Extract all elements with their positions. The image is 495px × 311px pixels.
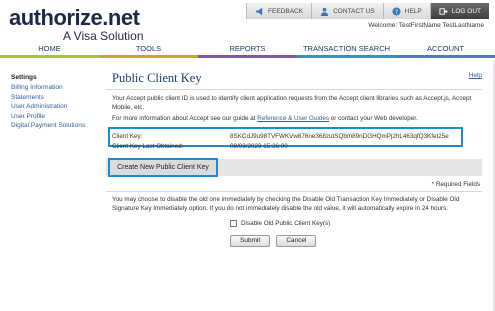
sidebar-item-user-profile[interactable]: User Profile [11, 112, 101, 122]
info-text: For more information about Accept see ou… [112, 115, 480, 124]
sidebar-item-billing-information[interactable]: Billing Information [11, 83, 101, 93]
help-link[interactable]: Help [469, 72, 482, 79]
submit-button[interactable]: Submit [230, 235, 271, 247]
tab-transaction-search[interactable]: TRANSACTION SEARCH [297, 44, 396, 58]
last-obtained-label: Client Key Last Obtained: [112, 143, 184, 150]
client-key-label: Client Key: [112, 133, 143, 140]
help-icon: ? [392, 6, 401, 16]
main-nav: HOME TOOLS REPORTS TRANSACTION SEARCH AC… [0, 44, 495, 58]
cancel-button[interactable]: Cancel [276, 235, 317, 247]
info-prefix: For more information about Accept see ou… [112, 115, 258, 122]
feedback-label: FEEDBACK [268, 7, 304, 15]
create-new-public-client-key-button[interactable]: Create New Public Client Key [108, 158, 218, 177]
settings-sidebar: Settings Billing Information Statements … [11, 74, 101, 131]
person-icon [320, 7, 329, 16]
sidebar-title: Settings [11, 74, 37, 81]
logout-icon [439, 7, 448, 15]
divider [106, 89, 482, 90]
tab-home[interactable]: HOME [0, 44, 99, 58]
last-obtained-value: 08/03/2023 15:26:00 [230, 143, 288, 150]
info-suffix: or contact your Web developer. [329, 115, 418, 122]
page-title: Public Client Key [112, 71, 202, 85]
client-key-value: 8SKCdJ9u98TVFWKVw876ne368zutSQbm89nDGHQm… [230, 133, 449, 140]
logo-text: authorize.net [9, 5, 140, 30]
utility-bar: FEEDBACK CONTACT US ? HELP LOG OUT [246, 3, 489, 19]
sidebar-item-statements[interactable]: Statements [11, 93, 101, 103]
disable-info-text: You may choose to disable the old one im… [112, 196, 460, 212]
description-text: Your Accept public client ID is used to … [112, 95, 472, 111]
svg-text:?: ? [395, 9, 398, 16]
logout-button[interactable]: LOG OUT [429, 3, 489, 19]
disable-old-key-option: Disable Old Public Client Key(s) [230, 220, 330, 227]
tab-account[interactable]: ACCOUNT [396, 44, 495, 58]
client-key-row: Client Key: 8SKCdJ9u98TVFWKVw876ne368zutS… [112, 133, 449, 140]
last-obtained-row: Client Key Last Obtained: 08/03/2023 15:2… [112, 143, 288, 150]
reference-guides-link[interactable]: Reference & User Guides [257, 115, 329, 122]
disable-old-key-checkbox[interactable] [230, 220, 237, 227]
form-buttons: Submit Cancel [230, 235, 317, 247]
megaphone-icon [255, 7, 263, 15]
logo-tagline: A Visa Solution [63, 29, 144, 43]
logout-label: LOG OUT [451, 7, 481, 15]
contact-us-button[interactable]: CONTACT US [311, 3, 383, 19]
welcome-text: Welcome: TestFirstName TestLastName [368, 22, 484, 29]
authorize-net-logo[interactable]: authorize.net A Visa Solution [9, 5, 144, 44]
tab-reports[interactable]: REPORTS [198, 44, 297, 58]
help-label: HELP [404, 7, 422, 15]
help-button[interactable]: ? HELP [382, 3, 430, 19]
sidebar-item-digital-payment-solutions[interactable]: Digital Payment Solutions [11, 121, 101, 131]
tab-tools[interactable]: TOOLS [99, 44, 198, 58]
divider [106, 191, 482, 192]
contact-us-label: CONTACT US [333, 7, 375, 15]
feedback-button[interactable]: FEEDBACK [246, 3, 312, 19]
disable-old-key-label: Disable Old Public Client Key(s) [241, 220, 331, 227]
sidebar-item-user-administration[interactable]: User Administration [11, 102, 101, 112]
required-fields-note: * Required Fields [431, 181, 480, 188]
